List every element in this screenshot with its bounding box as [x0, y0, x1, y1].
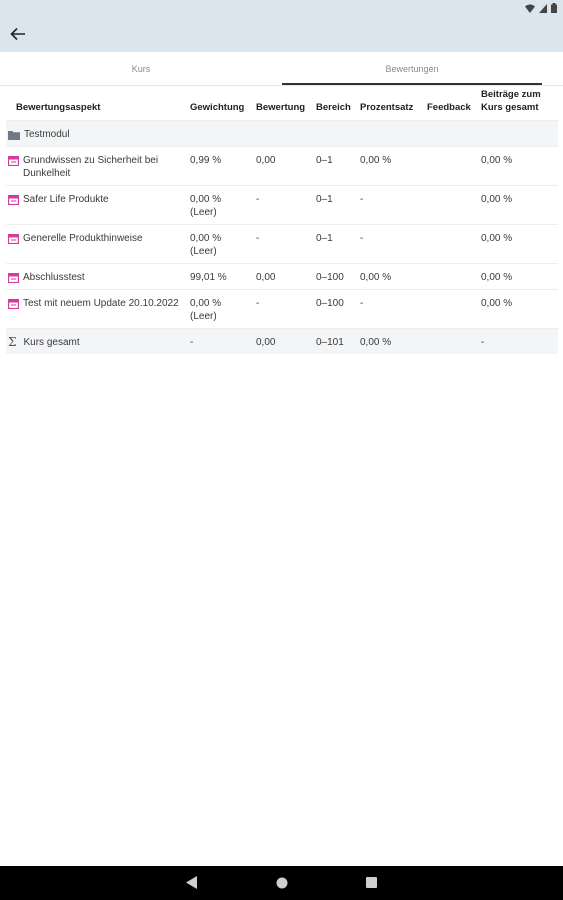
status-bar — [0, 0, 563, 18]
total-row: Σ Kurs gesamt - 0,00 0–101 0,00 % - — [6, 328, 558, 354]
total-feedback — [425, 328, 479, 354]
col-header-grade: Bewertung — [256, 102, 306, 113]
feedback-value — [425, 289, 479, 329]
col-header-contrib: Beiträge zum Kurs gesamt — [481, 89, 541, 113]
table-row[interactable]: Abschlusstest 99,01 % 0,00 0–100 0,00 % … — [6, 263, 558, 290]
battery-icon — [551, 3, 557, 13]
weight-note: (Leer) — [190, 246, 217, 257]
grades-table: Bewertungsaspekt Gewichtung Bewertung Be… — [6, 88, 558, 354]
range-value: 0–1 — [314, 146, 358, 186]
percent-value: 0,00 % — [358, 146, 425, 186]
range-value: 0–1 — [314, 185, 358, 225]
table-row[interactable]: Safer Life Produkte 0,00 % (Leer) - 0–1 -… — [6, 185, 558, 225]
table-row[interactable]: Test mit neuem Update 20.10.2022 0,00 % (… — [6, 289, 558, 329]
grade-value: 0,00 — [254, 263, 314, 290]
system-nav-bar — [0, 866, 563, 900]
col-header-range: Bereich — [316, 102, 351, 113]
weight-value: 0,99 % — [190, 155, 222, 166]
sigma-icon: Σ — [8, 335, 17, 349]
contrib-value: 0,00 % — [479, 224, 558, 264]
signal-icon — [539, 3, 547, 13]
total-weight: - — [188, 328, 254, 354]
contrib-value: 0,00 % — [479, 289, 558, 329]
feedback-value — [425, 185, 479, 225]
quiz-icon — [8, 299, 19, 309]
tab-bar: Kurs Bewertungen — [0, 52, 563, 86]
table-row[interactable]: Generelle Produkthinweise 0,00 % (Leer) -… — [6, 224, 558, 264]
folder-icon — [8, 131, 20, 140]
tab-bewertungen[interactable]: Bewertungen — [282, 52, 542, 85]
back-button[interactable] — [10, 26, 30, 44]
total-name: Kurs gesamt — [23, 337, 80, 348]
item-name[interactable]: Test mit neuem Update 20.10.2022 — [23, 297, 179, 310]
weight-note: (Leer) — [190, 311, 217, 322]
total-percent: 0,00 % — [358, 328, 425, 354]
grade-value: - — [254, 185, 314, 225]
tab-kurs[interactable]: Kurs — [0, 52, 282, 85]
status-icons — [525, 3, 557, 13]
tab-bewertungen-label: Bewertungen — [385, 63, 439, 74]
nav-back-icon[interactable] — [186, 876, 198, 889]
col-header-feedback: Feedback — [427, 102, 471, 113]
col-header-percent: Prozentsatz — [360, 102, 414, 113]
weight-value: 0,00 % — [190, 298, 222, 309]
percent-value: - — [358, 224, 425, 264]
nav-recents-icon[interactable] — [366, 877, 377, 888]
app-bar — [0, 18, 563, 52]
category-name: Testmodul — [24, 129, 70, 140]
item-name[interactable]: Abschlusstest — [23, 271, 85, 284]
category-row[interactable]: Testmodul — [6, 120, 558, 147]
contrib-value: 0,00 % — [479, 263, 558, 290]
quiz-icon — [8, 195, 19, 205]
grade-value: - — [254, 224, 314, 264]
feedback-value — [425, 146, 479, 186]
range-value: 0–100 — [314, 289, 358, 329]
range-value: 0–1 — [314, 224, 358, 264]
feedback-value — [425, 263, 479, 290]
table-header-row: Bewertungsaspekt Gewichtung Bewertung Be… — [6, 88, 558, 121]
feedback-value — [425, 224, 479, 264]
total-contrib: - — [479, 328, 558, 354]
percent-value: - — [358, 289, 425, 329]
nav-home-icon[interactable] — [276, 877, 288, 889]
contrib-value: 0,00 % — [479, 185, 558, 225]
total-grade: 0,00 — [254, 328, 314, 354]
table-row[interactable]: Grundwissen zu Sicherheit bei Dunkelheit… — [6, 146, 558, 186]
wifi-icon — [525, 4, 535, 13]
active-tab-indicator — [282, 83, 542, 85]
item-name[interactable]: Grundwissen zu Sicherheit bei Dunkelheit — [23, 154, 186, 180]
grade-value: - — [254, 289, 314, 329]
contrib-value: 0,00 % — [479, 146, 558, 186]
item-name[interactable]: Generelle Produkthinweise — [23, 232, 143, 245]
col-header-weight: Gewichtung — [190, 102, 245, 113]
weight-note: (Leer) — [190, 207, 217, 218]
grade-value: 0,00 — [254, 146, 314, 186]
quiz-icon — [8, 156, 19, 166]
tab-kurs-label: Kurs — [131, 63, 151, 74]
weight-value: 99,01 % — [190, 272, 227, 283]
quiz-icon — [8, 273, 19, 283]
total-range: 0–101 — [314, 328, 358, 354]
item-name[interactable]: Safer Life Produkte — [23, 193, 109, 206]
col-header-aspect: Bewertungsaspekt — [16, 102, 101, 113]
percent-value: 0,00 % — [358, 263, 425, 290]
quiz-icon — [8, 234, 19, 244]
percent-value: - — [358, 185, 425, 225]
arrow-left-icon — [10, 27, 25, 41]
weight-value: 0,00 % — [190, 233, 222, 244]
weight-value: 0,00 % — [190, 194, 222, 205]
range-value: 0–100 — [314, 263, 358, 290]
